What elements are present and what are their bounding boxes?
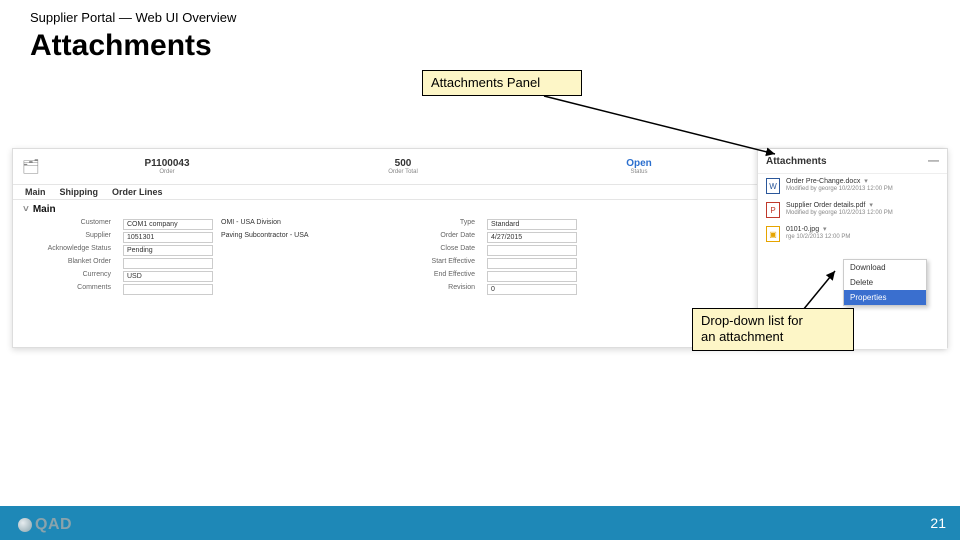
- field-ack-status[interactable]: Pending: [123, 245, 213, 256]
- label-currency: Currency: [45, 271, 115, 282]
- field-supplier-desc: Paving Subcontractor - USA: [221, 232, 401, 243]
- attachment-meta-2: Modified by george 10/2/2013 12:00 PM: [786, 210, 893, 217]
- order-number-label: Order: [159, 169, 174, 175]
- attachment-name-2: Supplier Order details.pdf: [786, 202, 865, 209]
- qad-logo: QAD: [18, 516, 72, 534]
- label-comments: Comments: [45, 284, 115, 295]
- label-supplier: Supplier: [45, 232, 115, 243]
- field-currency[interactable]: USD: [123, 271, 213, 282]
- field-end-eff[interactable]: [487, 271, 577, 282]
- callout-arrow-panel: [540, 92, 780, 162]
- label-start-eff: Start Effective: [409, 258, 479, 269]
- field-customer-desc: OMI - USA Division: [221, 219, 401, 230]
- tab-shipping[interactable]: Shipping: [60, 187, 99, 197]
- label-ack-status: Acknowledge Status: [45, 245, 115, 256]
- field-customer[interactable]: COM1 company: [123, 219, 213, 230]
- callout-dropdown: Drop-down list for an attachment: [692, 308, 854, 351]
- chevron-down-icon[interactable]: ▾: [869, 202, 873, 209]
- attachment-name-1: Order Pre-Change.docx: [786, 178, 860, 185]
- word-icon: W: [766, 178, 780, 194]
- field-close-date[interactable]: [487, 245, 577, 256]
- attachment-item-2[interactable]: P Supplier Order details.pdf ▾ Modified …: [758, 198, 947, 222]
- attachment-meta-3: rge 10/2/2013 12:00 PM: [786, 234, 850, 241]
- label-customer: Customer: [45, 219, 115, 230]
- attachment-item-3[interactable]: ▣ 0101-0.jpg ▾ rge 10/2/2013 12:00 PM: [758, 222, 947, 246]
- menu-item-download[interactable]: Download: [844, 260, 926, 275]
- label-blanket-order: Blanket Order: [45, 258, 115, 269]
- panel-collapse-icon[interactable]: —: [928, 155, 939, 167]
- order-status-label: Status: [630, 169, 647, 175]
- logo-text: QAD: [35, 516, 72, 534]
- pdf-icon: P: [766, 202, 780, 218]
- attachment-dropdown-menu: Download Delete Properties: [843, 259, 927, 306]
- logo-globe-icon: [18, 518, 32, 532]
- order-icon: 🗂: [13, 149, 49, 185]
- order-total: 500: [395, 158, 412, 169]
- page-number: 21: [930, 515, 946, 531]
- image-icon: ▣: [766, 226, 780, 242]
- menu-item-delete[interactable]: Delete: [844, 275, 926, 290]
- tab-order-lines[interactable]: Order Lines: [112, 187, 163, 197]
- attachment-meta-1: Modified by george 10/2/2013 12:00 PM: [786, 186, 893, 193]
- breadcrumb: Supplier Portal — Web UI Overview: [30, 10, 236, 25]
- menu-item-properties[interactable]: Properties: [844, 290, 926, 305]
- page-title: Attachments: [30, 29, 236, 63]
- callout-attachments-panel: Attachments Panel: [422, 70, 582, 96]
- label-revision: Revision: [409, 284, 479, 295]
- label-type: Type: [409, 219, 479, 230]
- field-order-date[interactable]: 4/27/2015: [487, 232, 577, 243]
- slide-footer: 21: [0, 506, 960, 540]
- field-blanket-order[interactable]: [123, 258, 213, 269]
- order-number: P1100043: [144, 158, 189, 169]
- label-close-date: Close Date: [409, 245, 479, 256]
- field-type[interactable]: Standard: [487, 219, 577, 230]
- label-end-eff: End Effective: [409, 271, 479, 282]
- chevron-down-icon[interactable]: ▾: [823, 226, 827, 233]
- label-order-date: Order Date: [409, 232, 479, 243]
- field-revision[interactable]: 0: [487, 284, 577, 295]
- tab-main[interactable]: Main: [25, 187, 46, 197]
- field-start-eff[interactable]: [487, 258, 577, 269]
- chevron-down-icon[interactable]: ▾: [864, 178, 868, 185]
- order-total-label: Order Total: [388, 169, 418, 175]
- field-supplier[interactable]: 1051301: [123, 232, 213, 243]
- field-comments[interactable]: [123, 284, 213, 295]
- attachment-name-3: 0101-0.jpg: [786, 226, 819, 233]
- attachment-item-1[interactable]: W Order Pre-Change.docx ▾ Modified by ge…: [758, 174, 947, 198]
